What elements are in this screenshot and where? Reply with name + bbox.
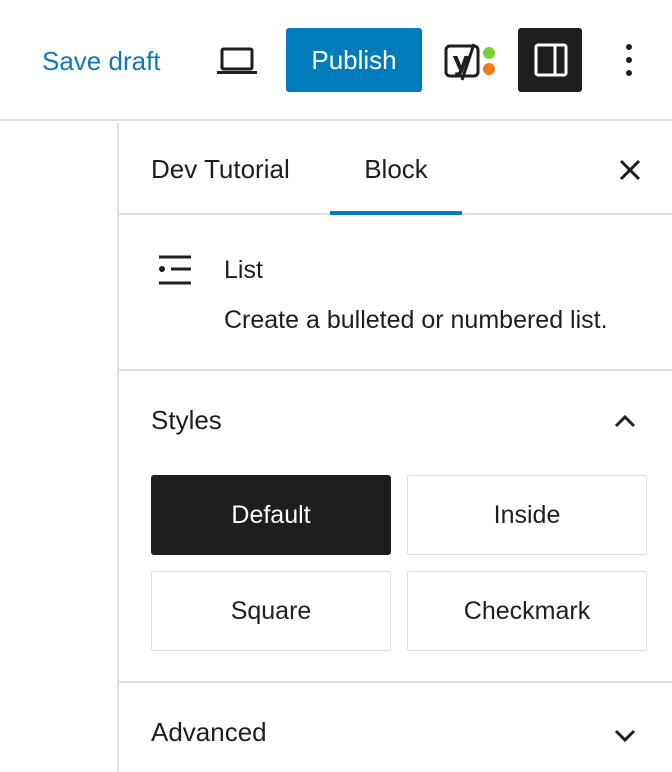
chevron-up-icon[interactable] bbox=[611, 411, 639, 431]
style-option-checkmark[interactable]: Checkmark bbox=[407, 571, 647, 651]
styles-panel-toggle[interactable]: Styles bbox=[151, 403, 222, 437]
sidebar-panel-icon bbox=[534, 43, 568, 77]
editor-header: Save draft Publish y bbox=[0, 0, 672, 121]
close-icon bbox=[619, 159, 641, 181]
save-draft-button[interactable]: Save draft bbox=[42, 42, 161, 80]
style-option-square[interactable]: Square bbox=[151, 571, 391, 651]
tab-block[interactable]: Block bbox=[330, 123, 462, 215]
settings-sidebar: Dev Tutorial Block List Create a bullete… bbox=[117, 123, 672, 772]
laptop-icon bbox=[217, 47, 257, 74]
styles-panel: Styles Default Inside Square Checkmark bbox=[119, 371, 672, 683]
block-title: List bbox=[224, 256, 263, 284]
sidebar-tabs: Dev Tutorial Block bbox=[119, 123, 672, 215]
preview-button[interactable] bbox=[214, 44, 260, 78]
options-menu-button[interactable] bbox=[614, 40, 644, 82]
yoast-seo-button[interactable]: y bbox=[444, 42, 498, 82]
editor-canvas bbox=[0, 123, 117, 772]
settings-toggle-button[interactable] bbox=[518, 28, 582, 92]
advanced-panel: Advanced bbox=[119, 683, 672, 772]
list-icon bbox=[157, 253, 193, 289]
close-sidebar-button[interactable] bbox=[613, 153, 647, 187]
style-option-inside[interactable]: Inside bbox=[407, 475, 647, 555]
advanced-panel-toggle[interactable]: Advanced bbox=[151, 715, 267, 749]
publish-button[interactable]: Publish bbox=[286, 28, 422, 92]
active-tab-indicator bbox=[330, 211, 462, 215]
style-option-default[interactable]: Default bbox=[151, 475, 391, 555]
yoast-icon: y bbox=[444, 43, 495, 81]
chevron-down-icon[interactable] bbox=[611, 725, 639, 745]
more-vertical-icon bbox=[626, 44, 632, 76]
tab-document[interactable]: Dev Tutorial bbox=[151, 123, 290, 215]
block-description: Create a bulleted or numbered list. bbox=[224, 306, 608, 334]
block-card: List Create a bulleted or numbered list. bbox=[119, 217, 672, 371]
